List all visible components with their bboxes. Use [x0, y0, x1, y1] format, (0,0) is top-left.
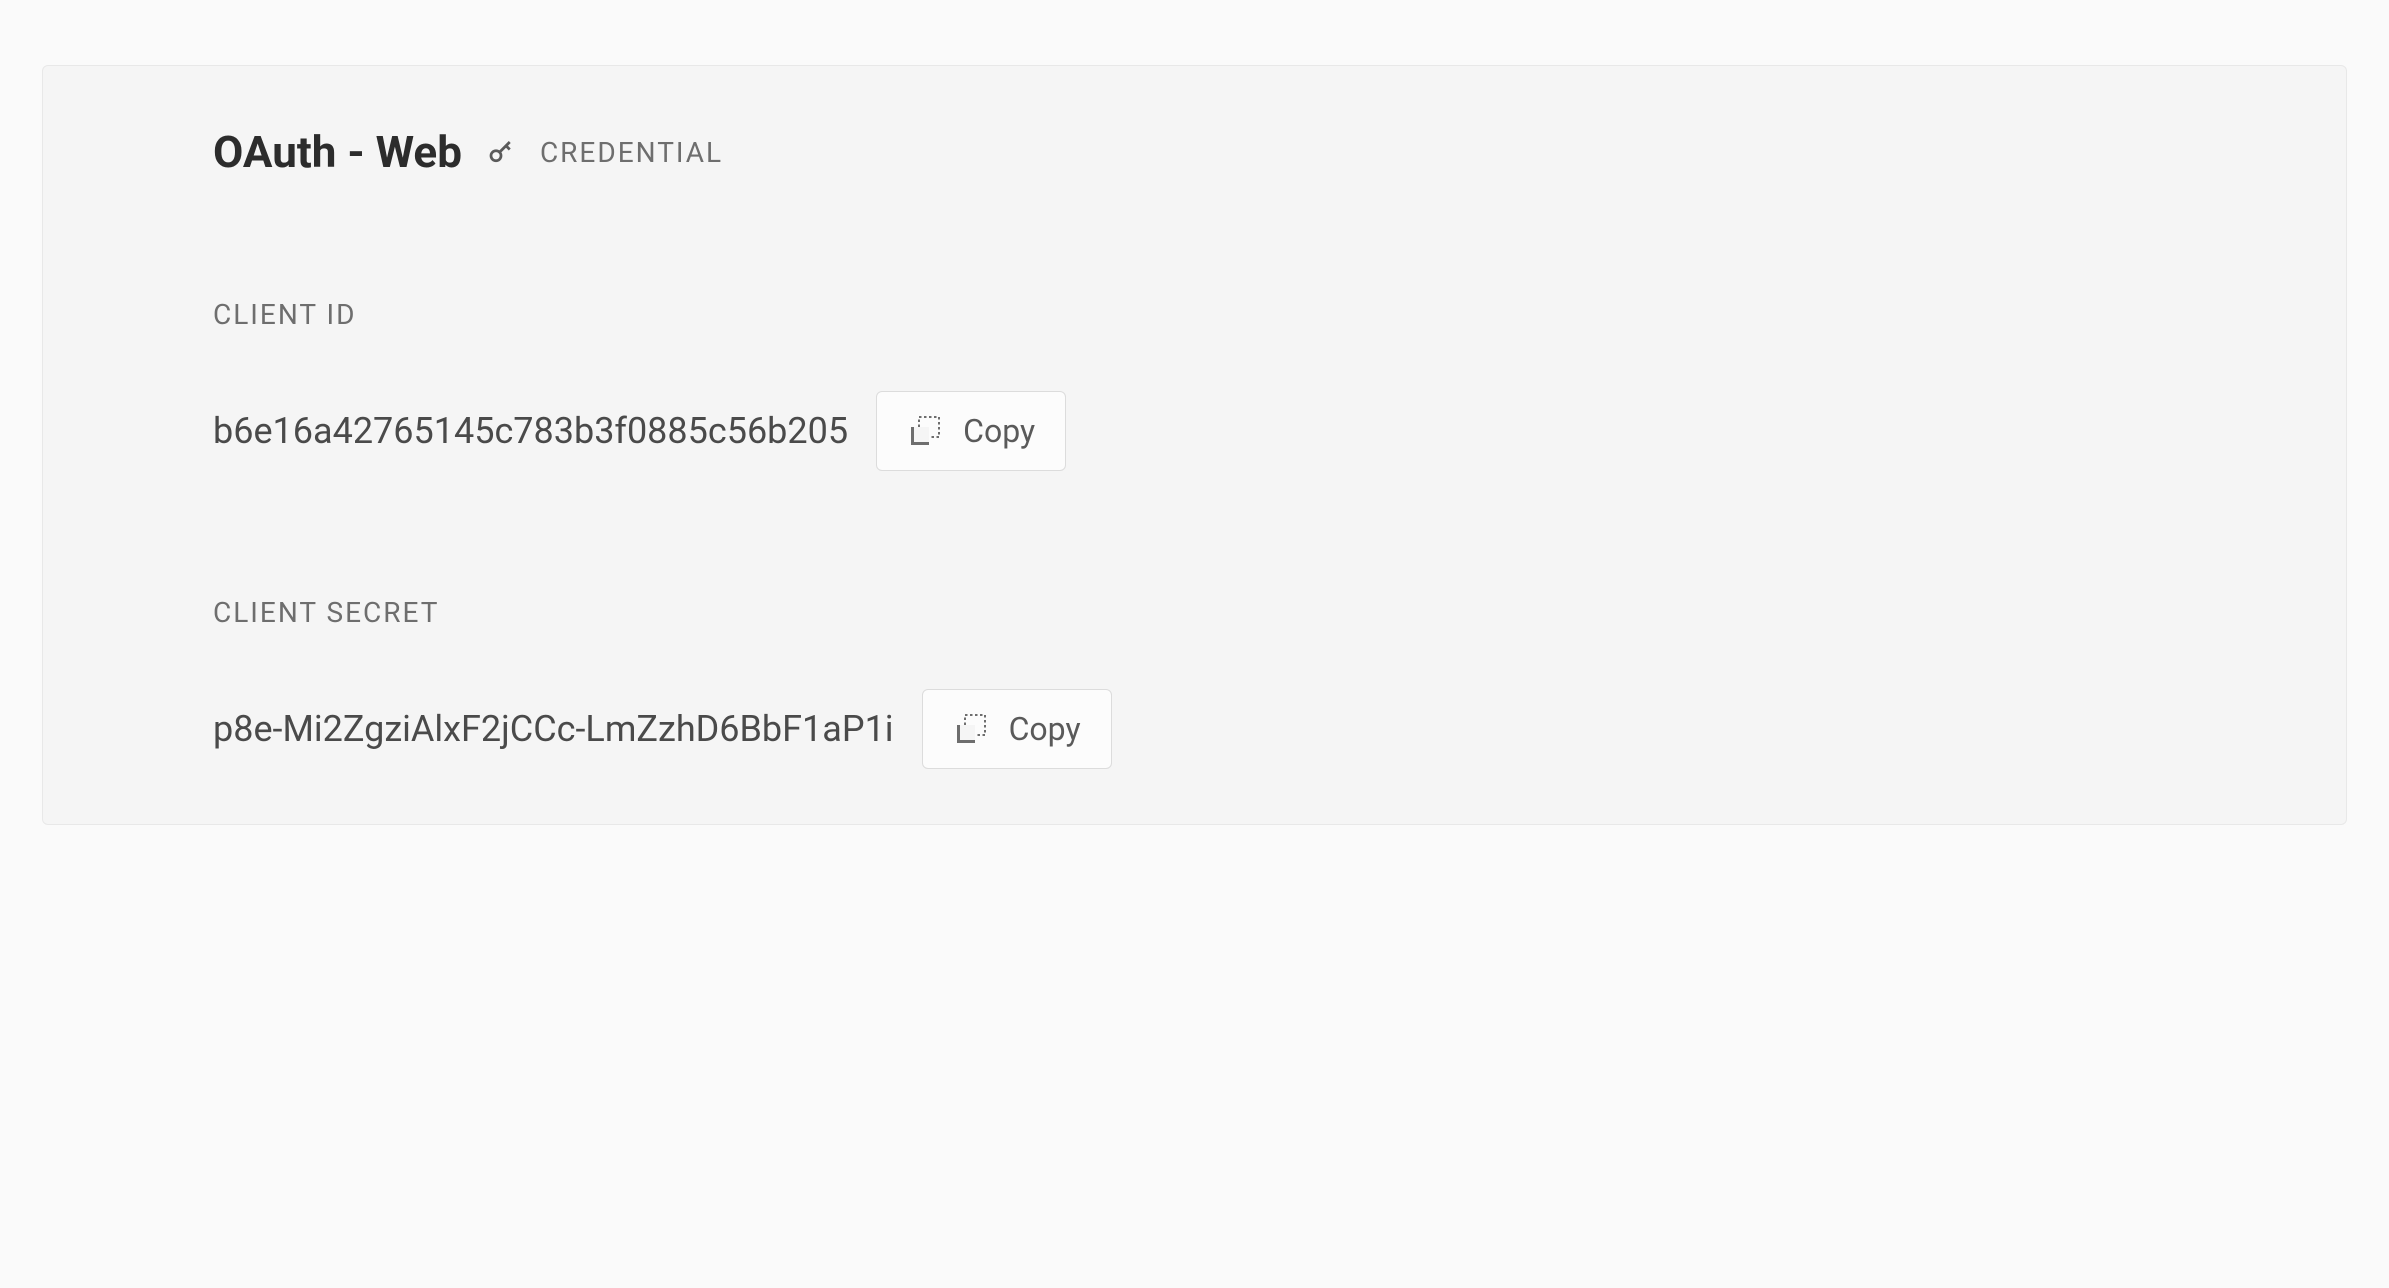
client-secret-row: p8e-Mi2ZgziAlxF2jCCc-LmZzhD6BbF1aP1i Cop…	[213, 689, 2266, 769]
copy-icon	[953, 711, 989, 747]
client-id-field: CLIENT ID b6e16a42765145c783b3f0885c56b2…	[213, 298, 2266, 471]
credential-badge: CREDENTIAL	[540, 136, 723, 169]
client-id-value: b6e16a42765145c783b3f0885c56b205	[213, 410, 848, 452]
copy-button-label: Copy	[1009, 710, 1081, 748]
client-id-row: b6e16a42765145c783b3f0885c56b205 Copy	[213, 391, 2266, 471]
copy-icon	[907, 413, 943, 449]
card-header: OAuth - Web CREDENTIAL	[213, 126, 2266, 178]
copy-client-id-button[interactable]: Copy	[876, 391, 1066, 471]
copy-button-label: Copy	[963, 412, 1035, 450]
copy-client-secret-button[interactable]: Copy	[922, 689, 1112, 769]
client-id-label: CLIENT ID	[213, 298, 2266, 331]
credential-title: OAuth - Web	[213, 126, 462, 178]
client-secret-label: CLIENT SECRET	[213, 596, 2266, 629]
key-icon	[486, 137, 516, 167]
credential-card: OAuth - Web CREDENTIAL CLIENT ID b6e16a4…	[42, 65, 2347, 825]
client-secret-value: p8e-Mi2ZgziAlxF2jCCc-LmZzhD6BbF1aP1i	[213, 708, 894, 750]
client-secret-field: CLIENT SECRET p8e-Mi2ZgziAlxF2jCCc-LmZzh…	[213, 596, 2266, 769]
